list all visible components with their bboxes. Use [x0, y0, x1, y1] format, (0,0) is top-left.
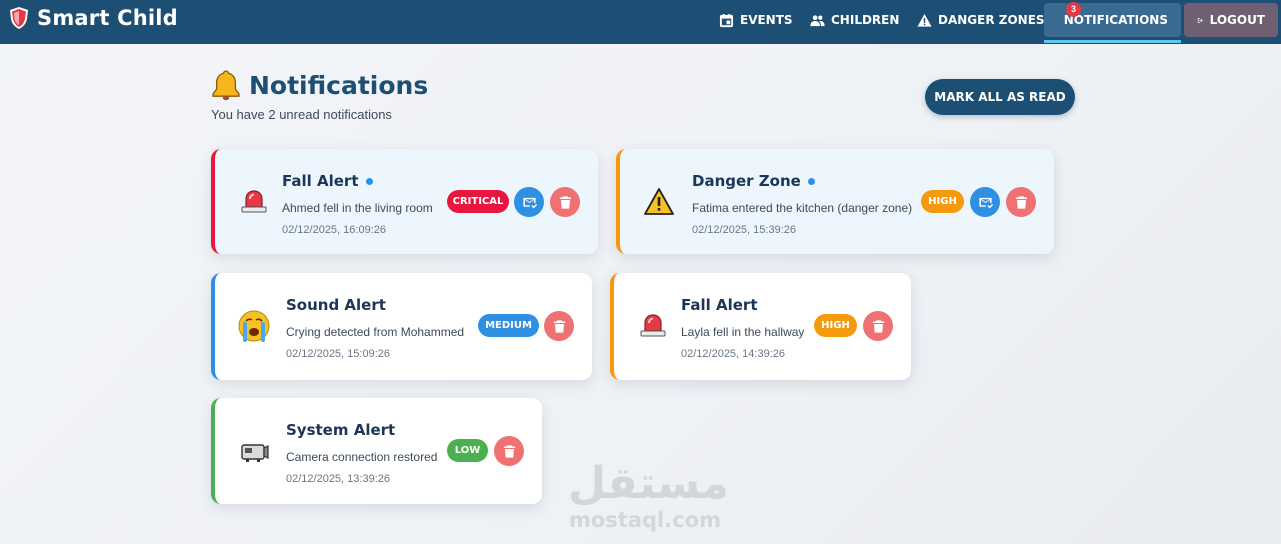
- notification-message: Camera connection restored: [286, 450, 438, 464]
- logout-icon: [1197, 17, 1203, 23]
- mark-all-read-button[interactable]: MARK ALL AS READ: [925, 79, 1075, 115]
- notification-timestamp: 02/12/2025, 15:39:26: [692, 224, 796, 236]
- nav-danger-zones[interactable]: DANGER ZONES: [904, 3, 1058, 37]
- mark-read-button[interactable]: [970, 187, 1000, 217]
- mark-read-button[interactable]: [514, 187, 544, 217]
- watermark-latin: mostaql.com: [569, 508, 721, 532]
- crying-face-icon: [238, 310, 270, 342]
- envelope-check-icon: [522, 197, 537, 208]
- notification-timestamp: 02/12/2025, 16:09:26: [282, 224, 386, 236]
- severity-badge: CRITICAL: [447, 190, 509, 213]
- unread-indicator-dot: [807, 178, 815, 185]
- top-navbar: Smart Child EVENTS CHILDREN DANGER ZONES…: [0, 0, 1281, 44]
- warning-triangle-icon: [917, 13, 932, 27]
- notification-card[interactable]: Fall Alert Ahmed fell in the living room…: [211, 149, 598, 254]
- bell-icon: [1057, 19, 1058, 21]
- unread-summary: You have 2 unread notifications: [211, 107, 392, 122]
- nav-events-label: EVENTS: [740, 13, 793, 27]
- notification-count-badge: 3: [1066, 2, 1081, 17]
- notification-timestamp: 02/12/2025, 15:09:26: [286, 348, 390, 360]
- envelope-check-icon: [978, 197, 993, 208]
- siren-icon: [640, 314, 666, 337]
- severity-badge: HIGH: [921, 190, 964, 213]
- nav-events[interactable]: EVENTS: [706, 3, 806, 37]
- notification-title: Fall Alert: [681, 296, 758, 314]
- siren-icon: [241, 190, 267, 213]
- notification-card[interactable]: System Alert Camera connection restored …: [211, 398, 542, 504]
- unread-indicator-dot: [365, 178, 373, 185]
- people-icon: [810, 14, 825, 26]
- trash-icon: [559, 195, 571, 209]
- active-tab-indicator: [1044, 40, 1181, 43]
- logout-button[interactable]: LOGOUT: [1184, 3, 1278, 37]
- calendar-icon: [719, 13, 734, 27]
- warning-icon: [644, 188, 674, 215]
- trash-icon: [1015, 195, 1027, 209]
- watermark-arabic: مستقل: [568, 458, 729, 509]
- notification-message: Ahmed fell in the living room: [282, 201, 433, 215]
- trash-icon: [872, 319, 884, 333]
- brand[interactable]: Smart Child: [8, 6, 178, 30]
- delete-button[interactable]: [1006, 187, 1036, 217]
- bell-emoji-icon: [212, 70, 240, 101]
- delete-button[interactable]: [544, 311, 574, 341]
- video-camera-icon: [241, 444, 269, 462]
- nav-children[interactable]: CHILDREN: [797, 3, 912, 37]
- nav-notifications-label: NOTIFICATIONS: [1063, 13, 1168, 27]
- notification-card[interactable]: Sound Alert Crying detected from Mohamme…: [211, 273, 592, 380]
- nav-notifications[interactable]: NOTIFICATIONS: [1044, 3, 1181, 37]
- notification-title: Danger Zone: [692, 172, 815, 190]
- delete-button[interactable]: [494, 436, 524, 466]
- notification-card[interactable]: Fall Alert Layla fell in the hallway 02/…: [610, 273, 911, 380]
- severity-badge: MEDIUM: [478, 314, 539, 337]
- notification-card[interactable]: Danger Zone Fatima entered the kitchen (…: [616, 149, 1054, 254]
- delete-button[interactable]: [550, 187, 580, 217]
- notification-message: Fatima entered the kitchen (danger zone): [692, 201, 913, 215]
- nav-children-label: CHILDREN: [831, 13, 900, 27]
- notification-title: Fall Alert: [282, 172, 373, 190]
- notification-message: Crying detected from Mohammed: [286, 325, 465, 339]
- severity-badge: HIGH: [814, 314, 857, 337]
- notification-timestamp: 02/12/2025, 14:39:26: [681, 348, 785, 360]
- page-heading: Notifications: [249, 70, 429, 100]
- notification-message: Layla fell in the hallway: [681, 325, 805, 339]
- severity-badge: LOW: [447, 439, 488, 462]
- notification-timestamp: 02/12/2025, 13:39:26: [286, 473, 390, 485]
- delete-button[interactable]: [863, 311, 893, 341]
- logout-label: LOGOUT: [1209, 13, 1265, 27]
- page-title: Notifications: [211, 69, 428, 101]
- trash-icon: [553, 319, 565, 333]
- shield-logo-icon: [10, 7, 28, 29]
- notification-title-text: Danger Zone: [692, 172, 801, 190]
- app-title: Smart Child: [37, 6, 178, 30]
- notification-title: System Alert: [286, 421, 396, 439]
- notification-title-text: Fall Alert: [282, 172, 359, 190]
- nav-danger-zones-label: DANGER ZONES: [938, 13, 1045, 27]
- trash-icon: [503, 444, 515, 458]
- notification-title: Sound Alert: [286, 296, 386, 314]
